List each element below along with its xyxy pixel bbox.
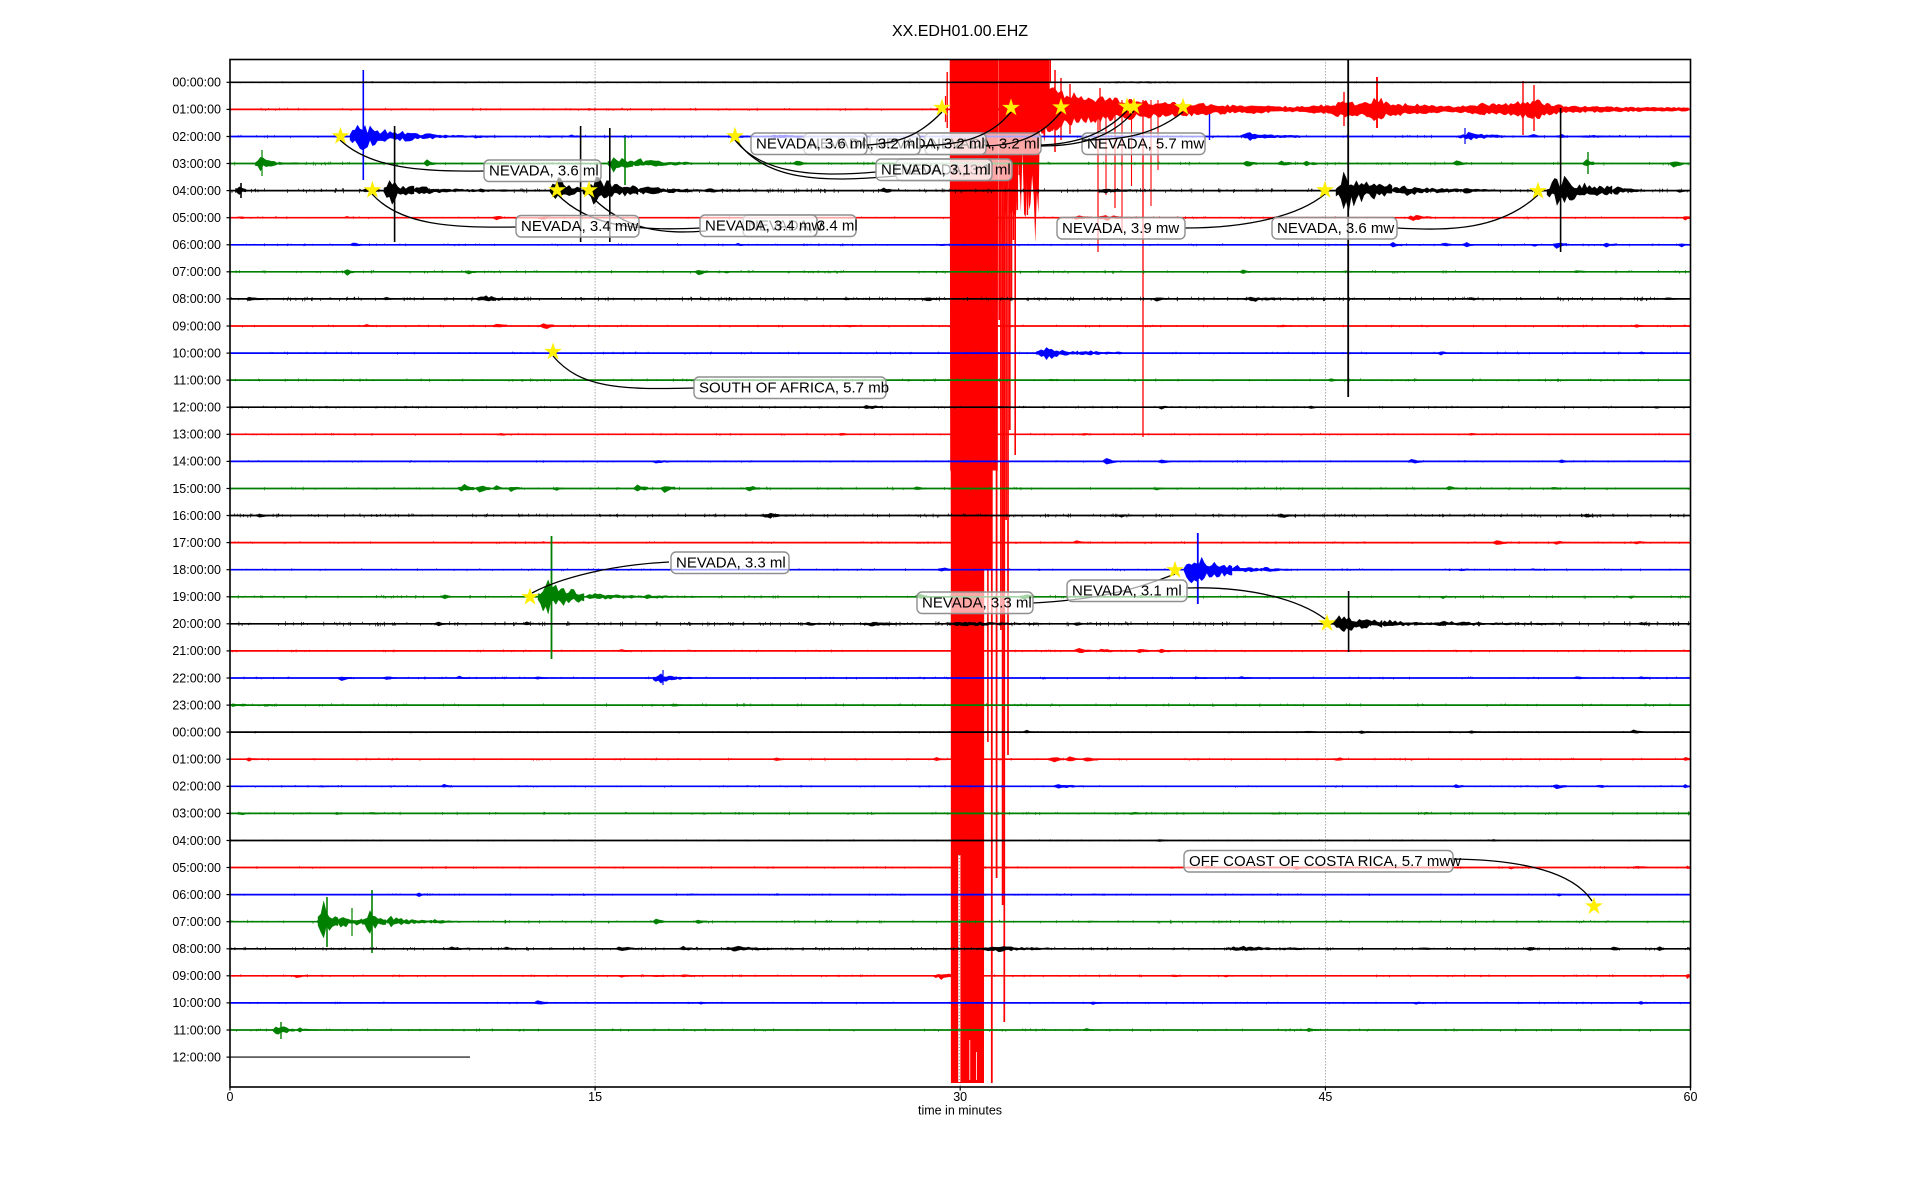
svg-text:03:00:00: 03:00:00 — [172, 157, 221, 171]
svg-text:15: 15 — [588, 1090, 602, 1104]
svg-text:03:00:00: 03:00:00 — [172, 807, 221, 821]
svg-text:02:00:00: 02:00:00 — [172, 130, 221, 144]
svg-text:05:00:00: 05:00:00 — [172, 211, 221, 225]
svg-text:07:00:00: 07:00:00 — [172, 265, 221, 279]
svg-text:21:00:00: 21:00:00 — [172, 644, 221, 658]
svg-text:05:00:00: 05:00:00 — [172, 861, 221, 875]
svg-text:NEVADA, 3.3 ml: NEVADA, 3.3 ml — [922, 595, 1032, 612]
svg-text:NEVADA, 3.1 ml: NEVADA, 3.1 ml — [1072, 583, 1182, 600]
svg-text:10:00:00: 10:00:00 — [172, 346, 221, 360]
svg-text:18:00:00: 18:00:00 — [172, 563, 221, 577]
svg-text:SOUTH OF AFRICA, 5.7 mb: SOUTH OF AFRICA, 5.7 mb — [699, 380, 889, 397]
svg-text:OFF COAST OF COSTA RICA, 5.7 m: OFF COAST OF COSTA RICA, 5.7 mww — [1189, 853, 1461, 870]
svg-text:30: 30 — [953, 1090, 967, 1104]
svg-text:06:00:00: 06:00:00 — [172, 888, 221, 902]
svg-text:11:00:00: 11:00:00 — [173, 373, 221, 387]
svg-text:14:00:00: 14:00:00 — [172, 455, 221, 469]
svg-text:NEVADA, 3.4 mw: NEVADA, 3.4 mw — [521, 218, 638, 235]
svg-text:15:00:00: 15:00:00 — [172, 482, 221, 496]
svg-text:10:00:00: 10:00:00 — [172, 996, 221, 1010]
svg-text:NEVADA, 3.3 ml: NEVADA, 3.3 ml — [676, 555, 786, 572]
svg-text:NEVADA, 3.6 mw: NEVADA, 3.6 mw — [1277, 220, 1394, 237]
svg-text:0: 0 — [227, 1090, 234, 1104]
svg-text:01:00:00: 01:00:00 — [172, 753, 221, 767]
svg-text:12:00:00: 12:00:00 — [172, 401, 221, 415]
svg-text:NEVADA, 3.4 mw: NEVADA, 3.4 mw — [705, 218, 822, 235]
svg-text:time in minutes: time in minutes — [918, 1104, 1002, 1118]
svg-text:13:00:00: 13:00:00 — [172, 428, 221, 442]
svg-text:22:00:00: 22:00:00 — [172, 671, 221, 685]
svg-text:00:00:00: 00:00:00 — [172, 725, 221, 739]
svg-text:60: 60 — [1684, 1090, 1698, 1104]
svg-text:12:00:00: 12:00:00 — [172, 1050, 221, 1064]
svg-text:17:00:00: 17:00:00 — [172, 536, 221, 550]
svg-text:02:00:00: 02:00:00 — [172, 780, 221, 794]
svg-text:08:00:00: 08:00:00 — [172, 292, 221, 306]
svg-text:07:00:00: 07:00:00 — [172, 915, 221, 929]
svg-text:04:00:00: 04:00:00 — [172, 184, 221, 198]
svg-text:01:00:00: 01:00:00 — [172, 103, 221, 117]
svg-text:08:00:00: 08:00:00 — [172, 942, 221, 956]
svg-text:16:00:00: 16:00:00 — [172, 509, 221, 523]
svg-text:04:00:00: 04:00:00 — [172, 834, 221, 848]
svg-text:XX.EDH01.00.EHZ: XX.EDH01.00.EHZ — [892, 23, 1028, 40]
svg-text:NEVADA, 3.6 ml: NEVADA, 3.6 ml — [756, 136, 866, 153]
svg-text:23:00:00: 23:00:00 — [172, 698, 221, 712]
svg-text:45: 45 — [1318, 1090, 1332, 1104]
svg-text:NEVADA, 3.9 mw: NEVADA, 3.9 mw — [1062, 220, 1179, 237]
svg-text:19:00:00: 19:00:00 — [172, 590, 221, 604]
svg-text:11:00:00: 11:00:00 — [173, 1023, 221, 1037]
svg-text:NEVADA, 3.1 ml: NEVADA, 3.1 ml — [881, 162, 991, 179]
svg-text:00:00:00: 00:00:00 — [172, 76, 221, 90]
svg-text:09:00:00: 09:00:00 — [172, 319, 221, 333]
svg-text:20:00:00: 20:00:00 — [172, 617, 221, 631]
svg-text:NEVADA, 5.7 mw: NEVADA, 5.7 mw — [1087, 136, 1204, 153]
svg-text:09:00:00: 09:00:00 — [172, 969, 221, 983]
svg-text:NEVADA, 3.6 ml: NEVADA, 3.6 ml — [489, 163, 599, 180]
svg-text:06:00:00: 06:00:00 — [172, 238, 221, 252]
